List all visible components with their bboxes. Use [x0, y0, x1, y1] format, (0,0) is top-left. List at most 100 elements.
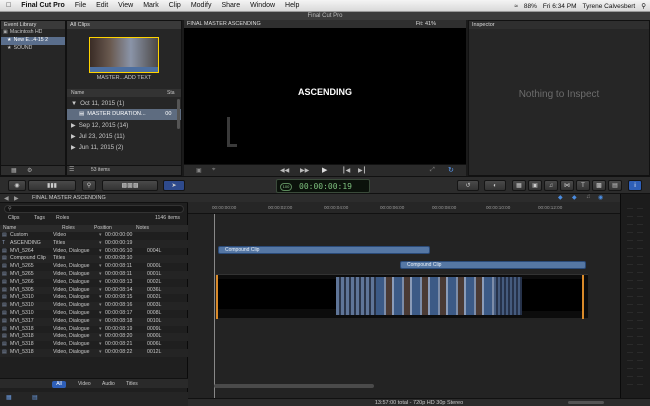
list-group[interactable]: ▶ Sep 12, 2015 (14) — [67, 120, 181, 131]
filter-video[interactable]: Video — [78, 381, 91, 387]
menu-share[interactable]: Share — [221, 2, 240, 9]
record-voiceover-button[interactable]: ◉ — [8, 180, 26, 191]
snapping-icon[interactable]: ◆ — [558, 194, 563, 201]
apple-icon[interactable]:  — [6, 2, 11, 9]
loop-icon[interactable]: ↻ — [448, 166, 454, 174]
titles-button[interactable]: T — [576, 180, 590, 191]
keyword-button[interactable]: ⚲ — [82, 180, 96, 191]
index-row[interactable]: ▤ MVI_5310 Video, Dialogue ▾ 00:00:08:16 0003… — [0, 302, 188, 310]
filter-titles[interactable]: Titles — [126, 381, 138, 387]
back-icon[interactable]: ◀ — [4, 195, 9, 202]
col-start-header[interactable]: Sta — [167, 89, 175, 97]
list-view-icon[interactable]: ☰ — [69, 166, 74, 173]
col-roles[interactable]: Roles — [44, 225, 94, 232]
index-row[interactable]: ▤ MVI_5318 Video, Dialogue ▾ 00:00:08:20 0000… — [0, 333, 188, 342]
camera-browser-button[interactable]: ▣ — [528, 180, 542, 191]
select-tool-button[interactable]: ➤ — [163, 180, 185, 191]
next-edit-icon[interactable]: ▶┃ — [358, 167, 366, 174]
zoom-slider[interactable] — [568, 401, 604, 404]
menu-edit[interactable]: Edit — [96, 2, 108, 9]
index-row[interactable]: ▤ Custom Video ▾ 00:00:00:00 — [0, 232, 188, 240]
library-item[interactable]: ▣ Macintosh HD — [1, 29, 65, 37]
menu-clip[interactable]: Clip — [169, 2, 181, 9]
play-icon[interactable]: ▶ — [322, 166, 327, 174]
solo-icon[interactable]: ◉ — [598, 194, 603, 201]
index-row[interactable]: ▤ MVI_5266 Video, Dialogue ▾ 00:00:08:13 0002… — [0, 279, 188, 287]
audio-skim-icon[interactable]: ♫ — [586, 194, 591, 200]
edit-mode-buttons[interactable]: ▮▮▮ — [28, 180, 76, 191]
list-group[interactable]: ▶ Jun 11, 2015 (2) — [67, 142, 181, 153]
list-toggle-icon[interactable]: ▤ — [32, 394, 38, 401]
viewer-canvas[interactable]: ASCENDING — [209, 29, 441, 162]
index-row[interactable]: ▤ MVI_5264 Video, Dialogue ▾ 00:00:06:10 0004… — [0, 248, 188, 256]
index-row[interactable]: T ASCENDING Titles ▾ 00:00:00:19 — [0, 239, 188, 248]
gear-icon[interactable]: ⚙ — [27, 167, 32, 174]
clip-strip[interactable] — [494, 277, 522, 315]
col-notes[interactable]: Notes — [136, 225, 160, 232]
index-row[interactable]: ▤ MVI_5318 Video, Dialogue ▾ 00:00:08:22 0012… — [0, 348, 188, 357]
tab-tags[interactable]: Tags — [34, 215, 45, 221]
index-toggle-icon[interactable]: ▦ — [6, 394, 12, 401]
index-row[interactable]: ▤ MVI_5317 Video, Dialogue ▾ 00:00:08:18 0010… — [0, 317, 188, 326]
battery-status[interactable]: 88% — [524, 3, 537, 10]
library-item-selected[interactable]: ★ New E...4-15 2 — [1, 36, 65, 45]
index-row[interactable]: ▤ MVI_5318 Video, Dialogue ▾ 00:00:08:19 0009… — [0, 326, 188, 334]
primary-storyline[interactable] — [216, 274, 588, 319]
browser-scrollbar[interactable] — [177, 99, 180, 129]
compound-clip[interactable]: Compound Clip — [218, 246, 430, 254]
menu-view[interactable]: View — [118, 2, 133, 9]
fullscreen-icon[interactable]: ⤢ — [430, 167, 435, 174]
timeline-ruler[interactable]: 00:00:00:00 00:00:02:00 00:00:04:00 00:0… — [188, 202, 620, 214]
tab-roles[interactable]: Roles — [56, 215, 69, 221]
index-row[interactable]: ▤ Compound Clip Titles ▾ 00:00:08:10 — [0, 255, 188, 264]
crop-icon[interactable]: ⌖ — [212, 167, 215, 174]
clip-filter[interactable]: All Clips — [67, 21, 181, 29]
compound-clip[interactable]: Compound Clip — [400, 261, 586, 269]
list-group[interactable]: ▶ Jul 23, 2015 (11) — [67, 131, 181, 142]
media-browser-button[interactable]: ▦ — [512, 180, 526, 191]
clip-thumbnails[interactable] — [376, 277, 494, 315]
col-name-header[interactable]: Name — [71, 89, 84, 97]
music-browser-button[interactable]: ♫ — [544, 180, 558, 191]
library-item[interactable]: ★ SOUND — [1, 45, 65, 53]
list-item-selected[interactable]: ▤ MASTER DURATION... 00 — [67, 109, 181, 120]
filter-audio[interactable]: Audio — [102, 381, 115, 387]
index-row[interactable]: ▤ MVI_5310 Video, Dialogue ▾ 00:00:08:17 0008… — [0, 310, 188, 318]
zoom-fit[interactable]: Fit: 41% — [416, 20, 436, 28]
menu-help[interactable]: Help — [285, 2, 299, 9]
menu-modify[interactable]: Modify — [191, 2, 212, 9]
transitions-button[interactable]: ⋈ — [560, 180, 574, 191]
black-clip[interactable] — [218, 279, 336, 309]
filmstrip-icon[interactable]: ▦ — [11, 167, 17, 174]
tab-clips[interactable]: Clips — [8, 215, 20, 221]
black-clip[interactable] — [522, 279, 582, 311]
menubar-clock[interactable]: Fri 6:34 PM — [543, 3, 577, 10]
inspector-toggle-button[interactable]: i — [628, 180, 642, 191]
index-search-input[interactable]: ⚲ — [4, 205, 184, 213]
index-row[interactable]: ▤ MVI_5310 Video, Dialogue ▾ 00:00:08:15 0002… — [0, 294, 188, 302]
menu-file[interactable]: File — [75, 2, 86, 9]
filter-all[interactable]: All — [52, 381, 66, 388]
spotlight-icon[interactable]: ⚲ — [641, 2, 646, 10]
step-forward-icon[interactable]: ▶▶ — [300, 167, 309, 174]
menu-window[interactable]: Window — [250, 2, 275, 9]
prev-edit-icon[interactable]: ┃◀ — [342, 167, 350, 174]
clip-thumbnail[interactable] — [89, 37, 159, 73]
enhance-button[interactable]: ◐ — [484, 180, 506, 191]
menu-app[interactable]: Final Cut Pro — [21, 2, 65, 9]
index-row[interactable]: ▤ MVI_5305 Video, Dialogue ▾ 00:00:08:14 0036… — [0, 286, 188, 295]
index-row[interactable]: ▤ MVI_5265 Video, Dialogue ▾ 00:00:08:11 0001… — [0, 270, 188, 279]
generators-button[interactable]: ▩ — [592, 180, 606, 191]
clip-strip[interactable] — [336, 277, 376, 315]
append-buttons[interactable]: ▩▩▩ — [102, 180, 158, 191]
list-group[interactable]: ▼ Oct 11, 2015 (1) — [67, 98, 181, 109]
menu-mark[interactable]: Mark — [143, 2, 159, 9]
step-back-icon[interactable]: ◀◀ — [280, 167, 289, 174]
timecode-display[interactable]: 100 00:00:00:19 — [276, 179, 370, 193]
forward-icon[interactable]: ▶ — [14, 195, 19, 202]
menubar-user[interactable]: Tyrene Calvesbert — [582, 3, 635, 10]
col-position[interactable]: Position — [94, 225, 136, 232]
index-row[interactable]: ▤ MVI_5265 Video, Dialogue ▾ 00:00:08:11 0000… — [0, 263, 188, 271]
skimming-icon[interactable]: ◆ — [572, 194, 577, 201]
timeline-scrollbar[interactable] — [214, 384, 374, 388]
